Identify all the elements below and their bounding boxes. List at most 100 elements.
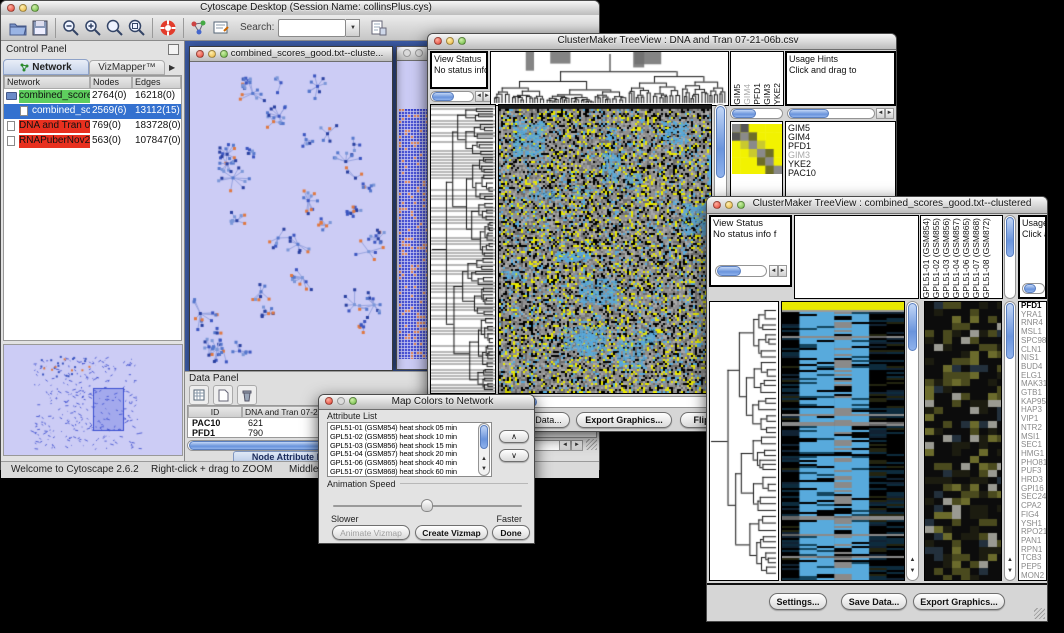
network-row-dna-tran[interactable]: DNA and Tran 07 769(0) 183728(0): [4, 119, 181, 134]
minimize-icon[interactable]: [415, 49, 423, 57]
close-icon[interactable]: [434, 37, 442, 45]
zoom-in-button[interactable]: [82, 17, 104, 39]
scroll-up-button[interactable]: ▲: [1005, 556, 1015, 567]
scrollbar-thumb[interactable]: [716, 106, 725, 178]
scroll-left-button[interactable]: ◄: [559, 440, 571, 451]
zoom-fit-button[interactable]: [126, 17, 148, 39]
network-row-combined-scores[interactable]: combined_scores 2764(0) 16218(0): [4, 89, 181, 104]
scrollbar-thumb[interactable]: [432, 92, 454, 101]
scrollbar-thumb[interactable]: [732, 109, 756, 118]
main-title-bar[interactable]: Cytoscape Desktop (Session Name: collins…: [1, 1, 599, 16]
close-icon[interactable]: [196, 50, 204, 58]
scroll-up-button[interactable]: ▲: [479, 455, 489, 465]
done-button[interactable]: Done: [492, 525, 530, 540]
tv1-heatmap[interactable]: [498, 104, 712, 394]
dialog-title-bar[interactable]: Map Colors to Network: [319, 395, 534, 410]
tv1-gene-dendrogram[interactable]: [430, 104, 496, 394]
zoom-window-icon[interactable]: [31, 4, 39, 12]
zoom-window-icon[interactable]: [349, 397, 357, 405]
scroll-left-button[interactable]: ◄: [475, 91, 483, 102]
tv2-status-scrollbar[interactable]: [715, 265, 767, 277]
help-lifering-icon[interactable]: [157, 17, 179, 39]
scrollbar-thumb[interactable]: [480, 425, 488, 449]
tv2-export-graphics-button[interactable]: Export Graphics...: [913, 593, 1005, 610]
scroll-right-button[interactable]: ►: [571, 440, 583, 451]
attribute-listbox[interactable]: GPL51-01 (GSM854) heat shock 05 minGPL51…: [327, 422, 492, 477]
tv1-column-dendrogram[interactable]: [490, 51, 729, 106]
zoom-out-button[interactable]: [60, 17, 82, 39]
tv2-heat-scrollbar[interactable]: ▲ ▼: [906, 301, 919, 581]
tv2-gene-dendrogram[interactable]: [709, 301, 779, 581]
scrollbar-thumb[interactable]: [908, 303, 917, 351]
scroll-right-button[interactable]: ►: [778, 265, 787, 277]
save-session-button[interactable]: [29, 17, 51, 39]
float-panel-icon[interactable]: [168, 44, 179, 55]
network-row-combined-sco-selected[interactable]: combined_sco 2569(6) 13112(15): [4, 104, 181, 119]
close-icon[interactable]: [325, 397, 333, 405]
delete-attribute-trash-icon[interactable]: [237, 385, 257, 405]
tv2-heatmap[interactable]: [781, 301, 905, 581]
tv2-column-tree-area[interactable]: [794, 215, 919, 299]
scrollbar-thumb[interactable]: [789, 109, 829, 118]
zoom-window-icon[interactable]: [458, 37, 466, 45]
tv2-hints-scrollbar[interactable]: [1022, 283, 1045, 294]
zoom-window-icon[interactable]: [220, 50, 228, 58]
animation-speed-slider[interactable]: [333, 499, 522, 513]
minimize-icon[interactable]: [337, 397, 345, 405]
network-window-1[interactable]: combined_scores_good.txt--cluste...: [189, 46, 393, 371]
open-file-button[interactable]: [7, 17, 29, 39]
scrollbar-thumb[interactable]: [1006, 217, 1014, 257]
treeview2-title-bar[interactable]: ClusterMaker TreeView : combined_scores_…: [707, 197, 1047, 214]
close-icon[interactable]: [7, 4, 15, 12]
scroll-left-button[interactable]: ◄: [769, 265, 778, 277]
tv2-gene-scrollbar[interactable]: ▲ ▼: [1004, 301, 1016, 581]
resize-grip[interactable]: [1034, 608, 1045, 619]
attribute-list-scrollbar[interactable]: ▲ ▼: [478, 423, 490, 476]
col-header-nodes[interactable]: Nodes: [90, 76, 132, 89]
resize-grip[interactable]: [586, 439, 597, 450]
tv2-zoom-heatmap[interactable]: [924, 301, 1002, 581]
minimize-icon[interactable]: [208, 50, 216, 58]
network-view-canvas[interactable]: [190, 62, 390, 369]
tab-network[interactable]: Network: [3, 59, 89, 75]
minimize-icon[interactable]: [446, 37, 454, 45]
scroll-up-button[interactable]: ▲: [907, 556, 918, 567]
move-attribute-up-button[interactable]: ∧: [499, 430, 529, 443]
scroll-down-button[interactable]: ▼: [907, 567, 918, 578]
scrollbar-thumb[interactable]: [1024, 284, 1036, 293]
zoom-selected-button[interactable]: [104, 17, 126, 39]
network-view-button[interactable]: [188, 17, 210, 39]
new-attribute-button[interactable]: [213, 385, 233, 405]
scroll-left-button[interactable]: ◄: [876, 108, 885, 119]
report-button[interactable]: [368, 17, 390, 39]
network-overview-canvas[interactable]: [4, 345, 182, 455]
move-attribute-down-button[interactable]: ∨: [499, 449, 529, 462]
tv2-settings-button[interactable]: Settings...: [769, 593, 827, 610]
search-dropdown-arrow[interactable]: ▼: [346, 19, 360, 37]
annotation-button[interactable]: [210, 17, 232, 39]
tv1-status-scrollbar[interactable]: [430, 91, 474, 102]
scroll-down-button[interactable]: ▼: [1005, 567, 1015, 578]
network-overview-panel[interactable]: [3, 344, 183, 456]
create-vizmap-button[interactable]: Create Vizmap: [415, 525, 488, 540]
tv2-collabel-scrollbar[interactable]: [1004, 215, 1016, 299]
tab-vizmapper[interactable]: VizMapper™: [89, 60, 165, 75]
table-mode-button[interactable]: [189, 385, 209, 405]
animate-vizmap-button[interactable]: Animate Vizmap: [332, 525, 410, 540]
treeview1-title-bar[interactable]: ClusterMaker TreeView : DNA and Tran 07-…: [428, 34, 896, 50]
scrollbar-thumb[interactable]: [717, 266, 741, 276]
close-icon[interactable]: [403, 49, 411, 57]
close-icon[interactable]: [713, 201, 721, 209]
minimize-icon[interactable]: [19, 4, 27, 12]
tv2-save-data-button[interactable]: Save Data...: [841, 593, 907, 610]
minimize-icon[interactable]: [725, 201, 733, 209]
search-input[interactable]: [278, 19, 346, 37]
id-column-header[interactable]: ID: [188, 406, 242, 418]
tab-overflow-arrow[interactable]: ▶: [169, 60, 175, 75]
tv1-collabel-scrollbar[interactable]: [730, 108, 783, 119]
network-window1-title-bar[interactable]: combined_scores_good.txt--cluste...: [190, 47, 392, 62]
network-row-rnapuber[interactable]: RNAPuberNov2+ 563(0) 107847(0): [4, 134, 181, 149]
slider-thumb[interactable]: [421, 499, 433, 512]
tv1-hints-scrollbar[interactable]: [787, 108, 875, 119]
scroll-down-button[interactable]: ▼: [479, 465, 489, 475]
